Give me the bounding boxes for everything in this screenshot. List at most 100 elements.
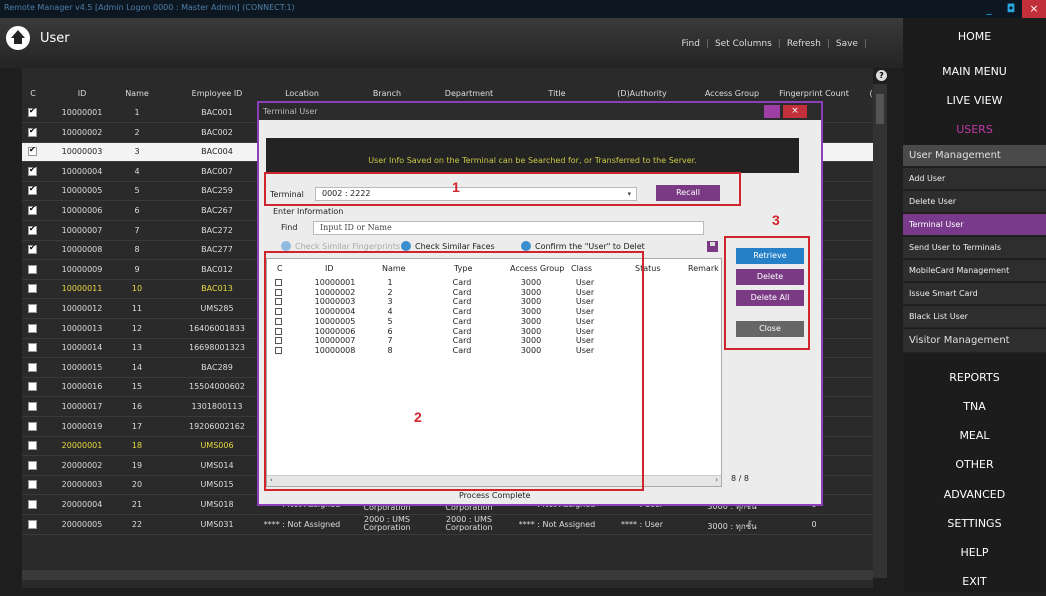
row-checkbox[interactable] (28, 480, 37, 490)
col-title[interactable]: Title (522, 89, 592, 98)
sidebar-item-delete-user[interactable]: Delete User (903, 191, 1046, 213)
row-checkbox[interactable] (28, 519, 37, 529)
window-close-button[interactable]: × (1022, 0, 1046, 18)
row-checkbox[interactable] (28, 145, 37, 157)
sidebar-reports[interactable]: REPORTS (903, 363, 1046, 392)
row-cell-name: 11 (131, 304, 143, 313)
row-cell-emp: BAC272 (201, 225, 233, 235)
check-similar-fingerprints-option[interactable]: Check Similar Fingerprints (281, 241, 400, 251)
row-cell-id: 10000017 (61, 402, 103, 411)
sidebar-item-send-user[interactable]: Send User to Terminals (903, 237, 1046, 259)
row-cell-emp: BAC004 (201, 147, 233, 157)
sidebar-item-terminal-user[interactable]: Terminal User (903, 214, 1046, 236)
toggle-icon (281, 241, 291, 251)
set-columns-link[interactable]: Set Columns (715, 39, 772, 49)
row-cell-id: 10000006 (61, 206, 103, 215)
row-cell-emp: 16406001833 (189, 323, 245, 333)
row-cell-id: 10000005 (61, 186, 103, 196)
sidebar-item-issue-smart-card[interactable]: Issue Smart Card (903, 283, 1046, 305)
page-title: User (40, 31, 70, 46)
find-input[interactable]: Input ID or Name (313, 221, 704, 235)
row-checkbox[interactable] (28, 184, 37, 196)
save-icon[interactable] (707, 241, 718, 252)
row-cell-name: 2 (134, 127, 140, 137)
dialog-banner: User Info Saved on the Terminal can be S… (266, 138, 799, 173)
refresh-link[interactable]: Refresh (787, 39, 821, 49)
col-authority[interactable]: (D)Authority (607, 89, 677, 98)
col-department[interactable]: Department (434, 89, 504, 98)
confirm-delete-option[interactable]: Confirm the "User" to Delet (521, 241, 645, 251)
sidebar-group-user-management[interactable]: User Management (903, 145, 1046, 167)
annotation-2: 2 (414, 409, 422, 425)
row-checkbox[interactable] (28, 441, 37, 451)
col-id[interactable]: ID (52, 89, 112, 98)
check-similar-faces-option[interactable]: Check Similar Faces (401, 241, 495, 251)
row-cell-id: 10000001 (61, 108, 103, 117)
table-row[interactable]: 20000005 22 UMS031 **** : Not Assigned 2000 … (22, 514, 873, 535)
row-cell-name: 19 (131, 460, 143, 470)
sidebar-meal[interactable]: MEAL (903, 421, 1046, 450)
row-cell-name: 9 (134, 264, 140, 274)
row-checkbox[interactable] (28, 382, 37, 392)
sidebar-advanced[interactable]: ADVANCED (903, 480, 1046, 509)
row-cell-id: 20000004 (61, 500, 103, 509)
sidebar-item-black-list[interactable]: Black List User (903, 306, 1046, 328)
row-cell-id: 10000013 (61, 323, 103, 333)
row-checkbox[interactable] (28, 304, 37, 313)
row-checkbox[interactable] (28, 460, 37, 470)
row-checkbox[interactable] (28, 264, 37, 274)
row-cell-name: 10 (131, 284, 143, 294)
row-cell-name: 16 (131, 402, 143, 411)
col-employee-id[interactable]: Employee ID (182, 89, 252, 98)
row-checkbox[interactable] (28, 243, 37, 255)
row-checkbox[interactable] (28, 284, 37, 294)
help-icon[interactable]: ? (876, 70, 887, 81)
grid-horizontal-scrollbar[interactable] (22, 570, 873, 580)
sidebar-main-menu[interactable]: MAIN MENU (903, 57, 1046, 86)
row-checkbox[interactable] (28, 343, 37, 353)
row-cell-branch: 2000 : UMS Corporation (363, 514, 411, 532)
row-checkbox[interactable] (28, 362, 37, 372)
home-icon[interactable] (6, 26, 30, 50)
col-fingerprint-count[interactable]: Fingerprint Count (774, 89, 854, 98)
maximize-button[interactable]: ◘ (1000, 0, 1022, 18)
row-checkbox[interactable] (28, 421, 37, 431)
sidebar-tna[interactable]: TNA (903, 392, 1046, 421)
dialog-minimize-button[interactable] (764, 105, 780, 118)
sidebar-home[interactable]: HOME (903, 22, 1046, 51)
row-cell-name: 7 (134, 225, 140, 235)
row-checkbox[interactable] (28, 323, 37, 333)
row-checkbox[interactable] (28, 500, 37, 509)
col-name[interactable]: Name (112, 89, 162, 98)
sidebar-settings[interactable]: SETTINGS (903, 509, 1046, 538)
minimize-button[interactable]: _ (978, 0, 1000, 18)
sidebar-group-visitor-management[interactable]: Visitor Management (903, 329, 1046, 353)
row-checkbox[interactable] (28, 204, 37, 215)
row-cell-title: **** : Not Assigned (518, 519, 596, 529)
sidebar-other[interactable]: OTHER (903, 450, 1046, 479)
row-cell-emp: 15504000602 (189, 382, 245, 392)
sidebar-users[interactable]: USERS (903, 115, 1046, 144)
dialog-title: Terminal User (259, 103, 821, 120)
find-label: Find (281, 223, 298, 232)
row-checkbox[interactable] (28, 126, 37, 137)
row-checkbox[interactable] (28, 224, 37, 235)
row-cell-emp: UMS014 (200, 460, 234, 470)
sidebar-item-mobilecard[interactable]: MobileCard Management (903, 260, 1046, 282)
row-checkbox[interactable] (28, 106, 37, 117)
row-checkbox[interactable] (28, 165, 37, 176)
sidebar-item-add-user[interactable]: Add User (903, 168, 1046, 190)
row-checkbox[interactable] (28, 402, 37, 411)
dialog-close-button[interactable]: × (783, 105, 807, 118)
grid-vertical-scrollbar[interactable] (873, 84, 887, 578)
list-col-remark[interactable]: Remark (688, 264, 719, 273)
sidebar-live-view[interactable]: LIVE VIEW (903, 86, 1046, 115)
find-link[interactable]: Find (681, 39, 699, 49)
sidebar-help[interactable]: HELP (903, 538, 1046, 567)
col-branch[interactable]: Branch (352, 89, 422, 98)
row-cell-id: 10000015 (61, 362, 103, 372)
col-c[interactable]: C (28, 89, 38, 98)
col-access-group[interactable]: Access Group (697, 89, 767, 98)
save-link[interactable]: Save (836, 39, 858, 49)
col-location[interactable]: Location (267, 89, 337, 98)
